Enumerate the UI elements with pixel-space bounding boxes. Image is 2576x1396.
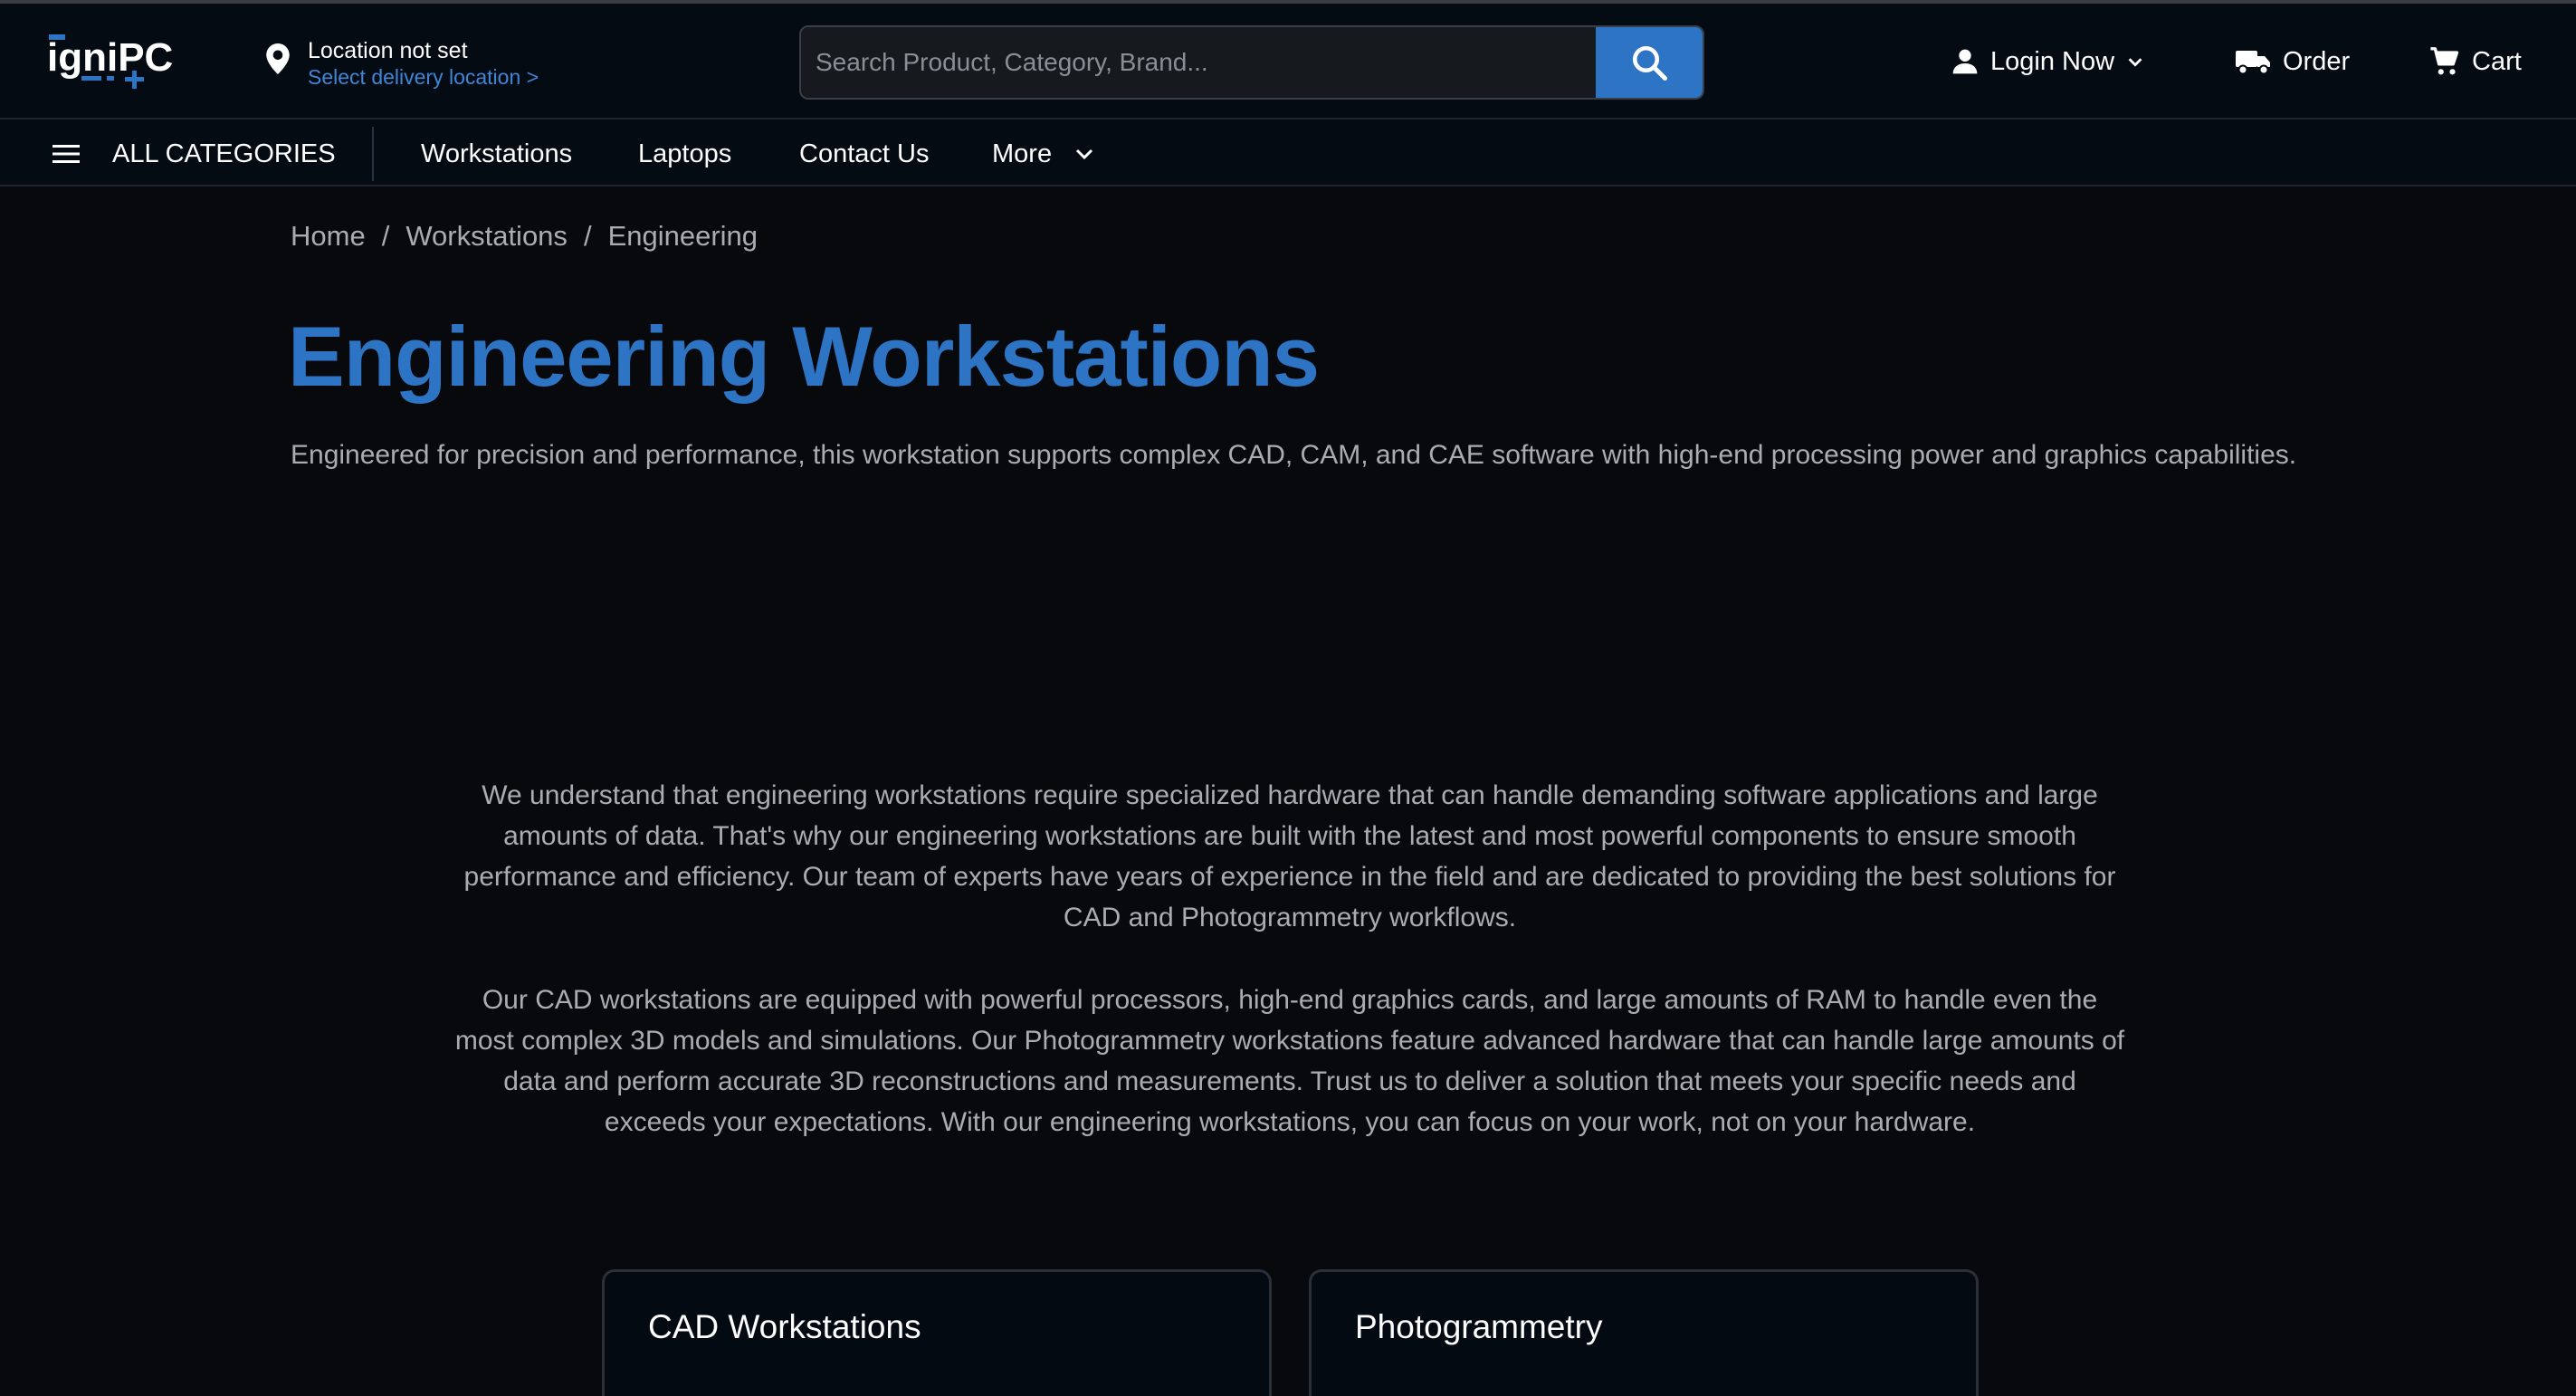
card-title: Photogrammetry (1355, 1308, 1603, 1345)
hamburger-menu-icon[interactable] (52, 143, 80, 165)
card-title: CAD Workstations (648, 1308, 921, 1345)
page-title: Engineering Workstations (288, 309, 1320, 404)
nav-divider (372, 127, 374, 181)
category-nav: ALL CATEGORIES Workstations Laptops Cont… (0, 121, 2576, 186)
breadcrumb-home[interactable]: Home (291, 220, 366, 253)
chevron-down-icon[interactable] (1073, 145, 1095, 163)
cart-icon (2430, 47, 2459, 75)
breadcrumb-separator: / (583, 220, 592, 252)
search-input[interactable] (801, 27, 1598, 98)
nav-item-more[interactable]: More (992, 139, 1052, 169)
cad-workstations-card[interactable]: CAD Workstations (602, 1269, 1272, 1396)
nav-item-contact-us[interactable]: Contact Us (799, 139, 929, 169)
login-label: Login Now (1990, 46, 2115, 76)
select-delivery-location-link[interactable]: Select delivery location > (308, 65, 539, 90)
intro-paragraph-2: Our CAD workstations are equipped with p… (454, 985, 2125, 1137)
breadcrumb-separator: / (381, 220, 390, 252)
user-icon (1952, 49, 1978, 74)
breadcrumb-workstations[interactable]: Workstations (405, 220, 568, 253)
breadcrumb: Home / Workstations / Engineering (291, 220, 758, 253)
photogrammetry-card[interactable]: Photogrammetry (1309, 1269, 1979, 1396)
ignipc-logo[interactable]: igniPC (45, 31, 181, 92)
location-pin-icon (266, 43, 290, 74)
cart-button[interactable]: Cart (2428, 43, 2522, 80)
logo-text: igniPC (47, 35, 173, 80)
chevron-down-icon (2128, 58, 2142, 67)
search-bar (799, 25, 1704, 100)
cart-label: Cart (2472, 46, 2522, 76)
nav-item-workstations[interactable]: Workstations (421, 139, 572, 169)
intro-paragraph-1: We understand that engineering workstati… (463, 780, 2116, 932)
breadcrumb-current: Engineering (607, 220, 758, 252)
site-header: igniPC Location not set Select delivery … (0, 4, 2576, 120)
nav-item-laptops[interactable]: Laptops (638, 139, 731, 169)
page-subtitle: Engineered for precision and performance… (291, 440, 2297, 470)
truck-icon (2236, 51, 2270, 75)
search-button[interactable] (1596, 27, 1703, 98)
all-categories-button[interactable]: ALL CATEGORIES (112, 139, 336, 169)
order-label: Order (2283, 46, 2351, 76)
search-icon (1632, 45, 1667, 81)
order-button[interactable]: Order (2236, 43, 2350, 80)
location-status: Location not set (308, 38, 468, 63)
login-button[interactable]: Login Now (1951, 43, 2145, 80)
